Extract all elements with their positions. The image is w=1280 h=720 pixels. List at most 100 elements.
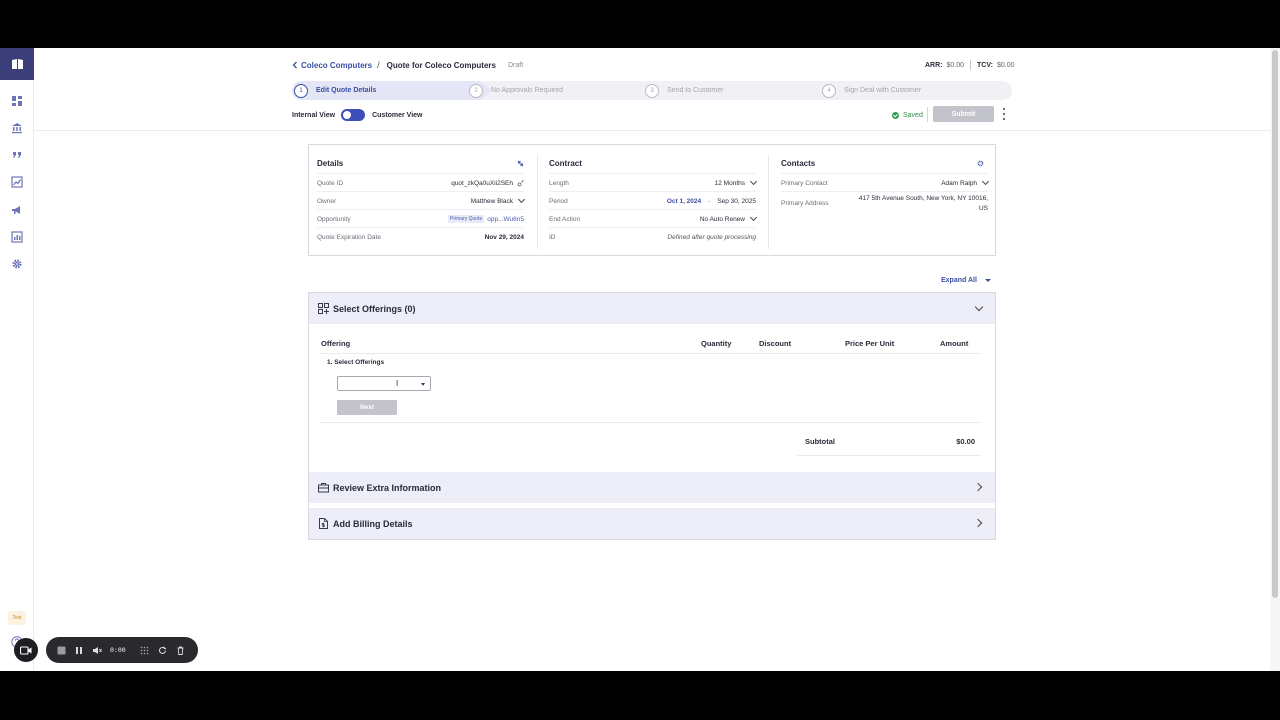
step-number: 3 <box>645 83 659 98</box>
offering-select[interactable] <box>337 376 431 391</box>
length-row: Length 12 Months <box>549 177 758 189</box>
chevron-right-icon <box>973 482 983 492</box>
quote-id-value: quot_zkQa0uXii2SEh <box>451 179 524 187</box>
report-icon[interactable] <box>11 231 23 243</box>
primary-contact-label: Primary Contact <box>781 179 828 187</box>
row-divider <box>317 191 524 192</box>
quote-id-row: Quote ID quot_zkQa0uXii2SEh <box>317 177 524 189</box>
step-label: Send to Customer <box>667 87 724 94</box>
bank-icon[interactable] <box>11 122 23 134</box>
recorder-controls: 0:00 <box>46 637 198 663</box>
col-discount: Discount <box>759 339 792 348</box>
add-billing-details-title: Add Billing Details <box>333 518 413 529</box>
column-divider <box>768 155 769 249</box>
subtotal-value: $0.00 <box>956 437 975 446</box>
chevron-down-icon <box>517 195 526 204</box>
step-approvals[interactable]: 2 No Approvals Required <box>469 83 563 98</box>
quote-icon[interactable] <box>11 149 23 161</box>
view-toggle-switch[interactable] <box>341 109 366 121</box>
details-column: Details Quote ID quot_zkQa0uXii2SEh Owne… <box>317 145 526 255</box>
briefcase-icon <box>318 482 329 493</box>
primary-address-label: Primary Address <box>781 199 829 207</box>
chevron-down-icon <box>749 213 758 222</box>
breadcrumb-parent-link[interactable]: Coleco Computers <box>301 61 372 70</box>
subtotal-rule <box>797 455 981 456</box>
status-badge: Draft <box>507 61 524 69</box>
screen-recorder-bar: 0:00 <box>14 637 198 663</box>
trash-icon[interactable] <box>176 645 186 655</box>
primary-contact-dropdown[interactable]: Adam Ralph <box>941 177 990 187</box>
vertical-scrollbar[interactable] <box>1270 48 1280 671</box>
customer-view-label: Customer View <box>372 111 423 119</box>
more-options-icon[interactable] <box>1002 107 1006 121</box>
internal-view-label: Internal View <box>292 111 336 119</box>
collapse-arrows-icon[interactable] <box>517 160 524 167</box>
chart-line-icon[interactable] <box>11 176 23 188</box>
step-sign-deal[interactable]: 4 Sign Deal with Customer <box>822 83 921 98</box>
add-billing-details-header[interactable]: Add Billing Details <box>309 508 995 539</box>
length-dropdown[interactable]: 12 Months <box>714 177 758 187</box>
row-divider <box>317 173 524 174</box>
end-action-row: End Action No Auto Renew <box>549 213 758 225</box>
scrollbar-thumb[interactable] <box>1272 50 1278 598</box>
end-action-dropdown[interactable]: No Auto Renew <box>699 213 758 223</box>
chevron-down-icon <box>974 302 984 312</box>
pause-icon[interactable] <box>74 645 84 655</box>
contract-id-value: Defined after quote processing <box>667 233 756 241</box>
col-offering: Offering <box>321 339 351 348</box>
grid-dots-icon[interactable] <box>140 645 150 655</box>
opportunity-value: Primary Quote opp...Wu6n5 <box>448 215 524 223</box>
expiration-date-picker[interactable]: Nov 29, 2024 <box>485 234 524 241</box>
row-divider <box>781 173 988 174</box>
caret-down-icon <box>984 278 991 282</box>
step-number: 2 <box>469 83 483 98</box>
text-cursor-icon: I <box>396 379 399 388</box>
review-extra-info-header[interactable]: Review Extra Information <box>309 472 995 503</box>
contract-id-row: ID Defined after quote processing <box>549 231 756 243</box>
col-price-per-unit: Price Per Unit <box>845 339 895 348</box>
contacts-column: Contacts Primary Contact Adam Ralph Prim… <box>781 145 990 255</box>
row-divider <box>317 209 524 210</box>
owner-row: Owner Matthew Black <box>317 195 526 207</box>
save-status: Saved <box>892 109 923 121</box>
quote-id-text: quot_zkQa0uXii2SEh <box>451 179 513 187</box>
step-send-to-customer[interactable]: 3 Send to Customer <box>645 83 723 98</box>
tcv-label: TCV: <box>977 61 993 69</box>
expand-all-button[interactable]: Expand All <box>941 275 991 285</box>
opportunity-link[interactable]: opp...Wu6n5 <box>487 216 524 223</box>
stop-icon[interactable] <box>56 645 66 655</box>
address-line-2: US <box>978 205 988 212</box>
select-offerings-header[interactable]: Select Offerings (0) <box>309 293 995 324</box>
owner-dropdown[interactable]: Matthew Black <box>471 195 526 205</box>
table-footer-rule <box>321 422 981 423</box>
copy-link-icon[interactable] <box>517 179 524 187</box>
period-start-picker[interactable]: Oct 1, 2024 <box>667 198 701 205</box>
step-number: 1 <box>294 83 308 98</box>
col-amount: Amount <box>940 339 969 348</box>
app-logo[interactable] <box>0 48 34 80</box>
tcv-value: $0.00 <box>996 61 1015 69</box>
select-offerings-step: 1. Select Offerings <box>327 359 385 366</box>
chevron-down-icon <box>981 177 990 186</box>
step-label: Edit Quote Details <box>316 87 377 94</box>
header-divider-line <box>34 130 1270 131</box>
recording-timer: 0:00 <box>110 646 126 654</box>
column-divider <box>537 155 538 249</box>
camera-icon[interactable] <box>14 638 38 662</box>
col-quantity: Quantity <box>701 339 732 348</box>
quote-stepper: 1 Edit Quote Details 2 No Approvals Requ… <box>292 81 1012 100</box>
period-row: Period Oct 1, 2024 - Sep 30, 2025 <box>549 195 756 207</box>
back-chevron-icon[interactable] <box>292 61 298 69</box>
megaphone-icon[interactable] <box>11 204 23 216</box>
length-value: 12 Months <box>714 179 745 187</box>
mute-icon[interactable] <box>92 645 102 655</box>
submit-button[interactable]: Submit <box>933 106 994 122</box>
end-action-value: No Auto Renew <box>699 215 745 223</box>
settings-gear-icon[interactable] <box>11 258 23 270</box>
next-button[interactable]: Next <box>337 400 397 415</box>
dashboard-icon[interactable] <box>11 95 23 107</box>
primary-quote-tag: Primary Quote <box>448 215 485 223</box>
contacts-settings-icon[interactable] <box>977 160 984 167</box>
step-edit-quote-details[interactable]: 1 Edit Quote Details <box>294 83 376 98</box>
restart-icon[interactable] <box>158 645 168 655</box>
